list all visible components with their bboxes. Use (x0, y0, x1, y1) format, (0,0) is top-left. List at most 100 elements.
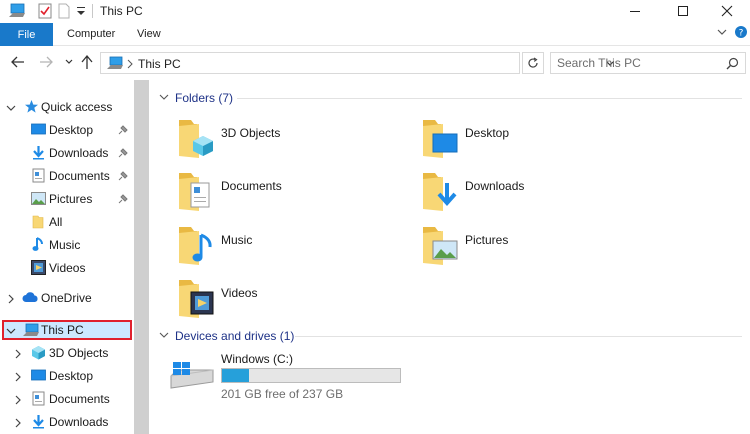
devices-header-label: Devices and drives (1) (175, 329, 295, 343)
folder-tile-documents[interactable]: Documents (177, 171, 417, 221)
maximize-button[interactable] (660, 0, 706, 22)
help-icon[interactable]: ? (734, 25, 748, 42)
nav-pane-scrollbar[interactable] (134, 80, 149, 434)
downloads-icon (32, 145, 45, 163)
nav-pc-documents[interactable]: Documents (0, 388, 134, 410)
folder-tile-music[interactable]: Music (177, 225, 417, 275)
tab-view[interactable]: View (137, 28, 161, 40)
chevron-right-icon[interactable] (13, 394, 23, 408)
refresh-button[interactable] (522, 52, 544, 74)
new-folder-icon[interactable] (58, 3, 70, 22)
documents-icon (32, 391, 45, 409)
chevron-down-icon[interactable] (716, 26, 728, 41)
pin-icon[interactable] (118, 193, 128, 207)
folder-icon (32, 214, 44, 232)
pin-icon[interactable] (118, 170, 128, 184)
nav-pc-downloads[interactable]: Downloads (0, 411, 134, 433)
downloads-icon (32, 414, 45, 432)
nav-quick-desktop[interactable]: Desktop (0, 119, 134, 141)
nav-quick-downloads[interactable]: Downloads (0, 142, 134, 164)
folders-header-label: Folders (7) (175, 91, 234, 105)
chevron-right-icon[interactable] (6, 293, 16, 307)
address-bar[interactable]: This PC (100, 52, 614, 74)
nav-label: Pictures (49, 192, 93, 206)
nav-pc-3d-objects[interactable]: 3D Objects (0, 342, 134, 364)
tab-computer[interactable]: Computer (67, 28, 115, 40)
this-pc-icon[interactable] (8, 3, 26, 22)
chevron-down-icon[interactable] (159, 91, 169, 105)
chevron-right-icon[interactable] (13, 348, 23, 362)
close-button[interactable] (704, 0, 750, 22)
folders-group-header[interactable]: Folders (7) (159, 91, 233, 105)
nav-quick-pictures[interactable]: Pictures (0, 188, 134, 210)
nav-label: Desktop (49, 369, 94, 383)
minimize-button[interactable] (612, 0, 658, 22)
back-icon[interactable] (10, 54, 26, 73)
properties-icon[interactable] (38, 3, 52, 22)
drive-free-space: 201 GB free of 237 GB (221, 387, 344, 401)
breadcrumb-chevron-icon[interactable] (126, 58, 134, 72)
folder-tile-desktop[interactable]: Desktop (421, 118, 661, 168)
nav-quick-documents[interactable]: Documents (0, 165, 134, 187)
3d-objects-folder-icon (177, 118, 215, 163)
folder-label: Documents (221, 179, 282, 193)
nav-label: Music (49, 238, 81, 252)
this-pc-icon (106, 56, 124, 73)
folder-label: Downloads (465, 179, 525, 193)
pin-icon[interactable] (118, 147, 128, 161)
svg-text:?: ? (739, 29, 744, 39)
customize-toolbar-icon[interactable] (76, 5, 86, 20)
refresh-icon (528, 57, 538, 68)
search-input[interactable] (551, 53, 721, 73)
pictures-folder-icon (421, 225, 459, 270)
nav-label: Quick access (41, 100, 113, 114)
nav-quick-music[interactable]: Music (0, 234, 134, 256)
folder-label: 3D Objects (221, 126, 281, 140)
folder-label: Desktop (465, 126, 510, 140)
chevron-down-icon[interactable] (159, 329, 169, 343)
address-row: This PC (0, 46, 750, 80)
up-icon[interactable] (80, 54, 94, 73)
recent-locations-icon[interactable] (64, 56, 74, 70)
chevron-right-icon[interactable] (13, 417, 23, 431)
devices-group-header[interactable]: Devices and drives (1) (159, 329, 294, 343)
pin-icon[interactable] (118, 124, 128, 138)
folder-tile-3d-objects[interactable]: 3D Objects (177, 118, 417, 168)
forward-icon[interactable] (38, 54, 54, 73)
title-bar: This PC (0, 0, 750, 22)
search-icon[interactable] (726, 57, 739, 73)
nav-quick-all[interactable]: All (0, 211, 134, 233)
chevron-down-icon[interactable] (6, 325, 16, 339)
navigation-pane: Quick access Desktop Downloads Documents… (0, 80, 134, 434)
title-separator (92, 4, 93, 18)
videos-folder-icon (177, 278, 215, 323)
desktop-folder-icon (421, 118, 459, 163)
hard-drive-icon (169, 360, 215, 393)
videos-icon (31, 260, 46, 278)
chevron-down-icon[interactable] (6, 102, 16, 116)
nav-quick-videos[interactable]: Videos (0, 257, 134, 279)
folder-label: Music (221, 233, 253, 247)
tab-file[interactable]: File (0, 23, 53, 46)
nav-label: Downloads (49, 146, 109, 160)
nav-label: Desktop (49, 123, 94, 137)
this-pc-icon (22, 323, 40, 340)
folder-tile-pictures[interactable]: Pictures (421, 225, 661, 275)
search-box[interactable] (550, 52, 746, 74)
folder-label: Pictures (465, 233, 509, 247)
nav-label: Downloads (49, 415, 109, 429)
drive-usage-bar (221, 368, 401, 383)
folder-label: Videos (221, 286, 258, 300)
nav-quick-access[interactable]: Quick access (0, 96, 134, 118)
nav-this-pc[interactable]: This PC (0, 319, 134, 341)
star-icon (24, 99, 39, 117)
window-title: This PC (100, 4, 143, 18)
ribbon: File Computer View ? (0, 22, 750, 46)
nav-pc-desktop[interactable]: Desktop (0, 365, 134, 387)
breadcrumb[interactable]: This PC (138, 57, 181, 71)
chevron-right-icon[interactable] (13, 371, 23, 385)
nav-onedrive[interactable]: OneDrive (0, 287, 134, 309)
music-icon (32, 236, 44, 255)
folder-tile-downloads[interactable]: Downloads (421, 171, 661, 221)
folder-tile-videos[interactable]: Videos (177, 278, 417, 328)
